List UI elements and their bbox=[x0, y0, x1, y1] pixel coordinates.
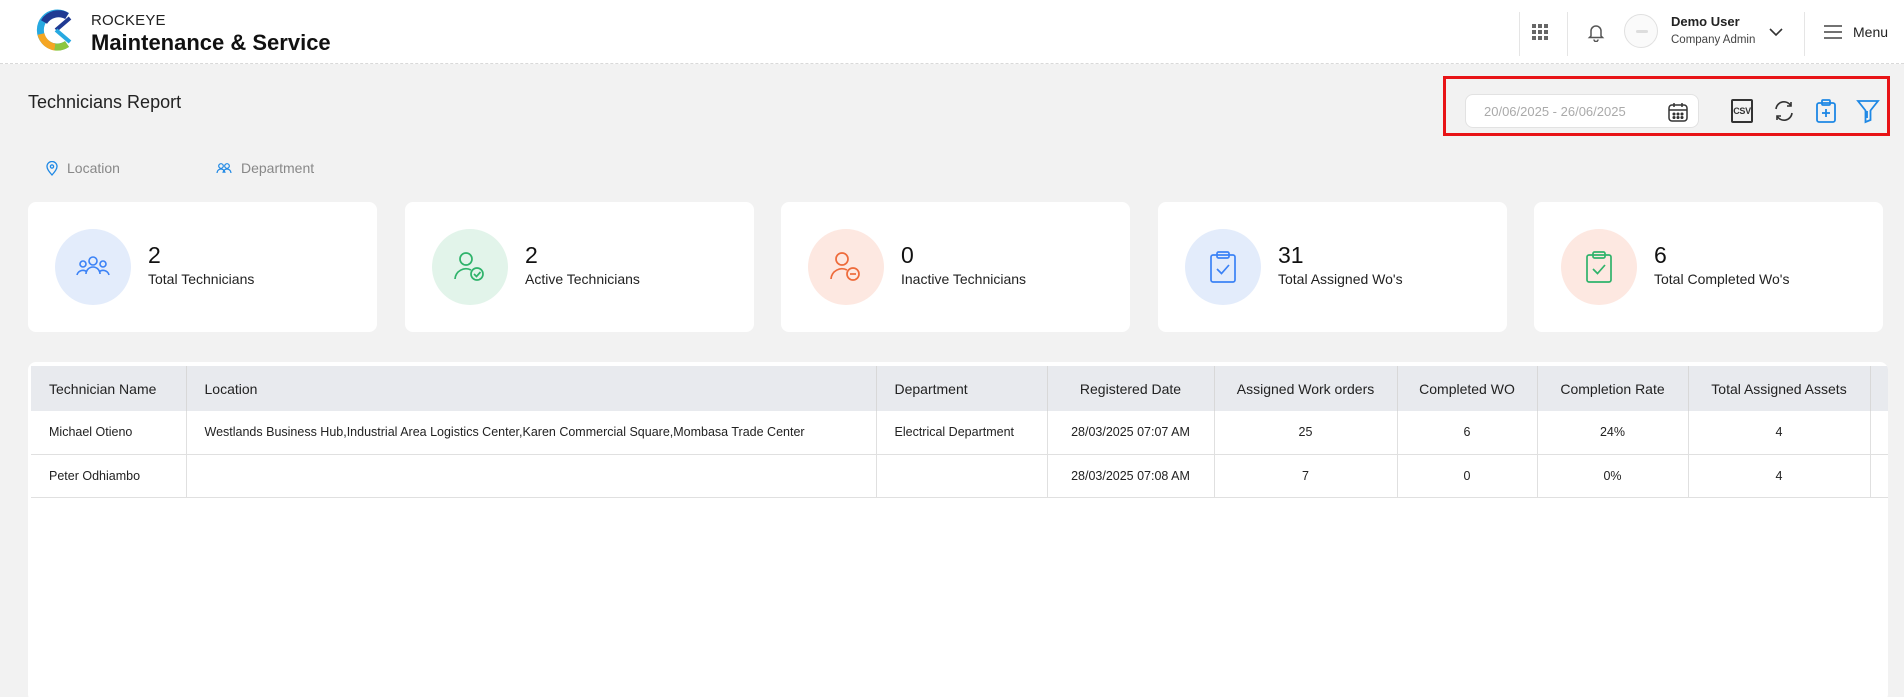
date-range-placeholder: 20/06/2025 - 26/06/2025 bbox=[1484, 103, 1626, 119]
stat-label: Inactive Technicians bbox=[901, 271, 1027, 287]
cell-assigned-wo: 25 bbox=[1214, 411, 1398, 455]
cell-location bbox=[186, 454, 877, 498]
stat-value: 31 bbox=[1278, 242, 1304, 268]
people-group-icon bbox=[55, 229, 131, 305]
chevron-down-icon bbox=[1769, 28, 1783, 37]
cell-department: Electrical Department bbox=[876, 411, 1048, 455]
column-header[interactable]: Total Assigned Assets bbox=[1688, 366, 1871, 411]
apps-grid-icon bbox=[1532, 24, 1548, 40]
notifications-button[interactable] bbox=[1580, 16, 1612, 48]
column-header[interactable]: Registered Date bbox=[1047, 366, 1215, 411]
column-header[interactable]: Technician Name bbox=[31, 366, 187, 411]
header-divider bbox=[1519, 12, 1520, 56]
stat-card-inactive-technicians: 0 Inactive Technicians bbox=[781, 202, 1130, 332]
clipboard-icon bbox=[1816, 99, 1836, 123]
app-header: ROCKEYE Maintenance & Service Demo User … bbox=[0, 0, 1904, 64]
cell-extra bbox=[1870, 411, 1888, 455]
filter-button[interactable] bbox=[1853, 96, 1883, 126]
hamburger-icon bbox=[1824, 25, 1842, 39]
user-menu-toggle[interactable] bbox=[1764, 20, 1788, 44]
user-name: Demo User bbox=[1671, 14, 1740, 29]
stat-value: 6 bbox=[1654, 242, 1667, 268]
cell-completed-wo: 6 bbox=[1397, 411, 1538, 455]
brand-name: ROCKEYE bbox=[91, 12, 166, 29]
user-minus-icon bbox=[808, 229, 884, 305]
clipboard-button[interactable] bbox=[1811, 96, 1841, 126]
column-header[interactable]: Location bbox=[186, 366, 877, 411]
rockeye-logo-icon bbox=[36, 9, 72, 51]
export-csv-button[interactable]: CSV bbox=[1727, 96, 1757, 126]
cell-extra bbox=[1870, 454, 1888, 498]
cell-registered-date: 28/03/2025 07:08 AM bbox=[1047, 454, 1215, 498]
page-title: Technicians Report bbox=[28, 92, 182, 112]
stat-label: Total Completed Wo's bbox=[1654, 271, 1790, 287]
stat-label: Total Assigned Wo's bbox=[1278, 271, 1403, 287]
column-header-extra bbox=[1870, 366, 1888, 411]
location-filter-label: Location bbox=[67, 160, 120, 176]
stat-value: 2 bbox=[148, 242, 161, 268]
stat-value: 2 bbox=[525, 242, 538, 268]
refresh-icon bbox=[1775, 101, 1793, 121]
column-header[interactable]: Completion Rate bbox=[1537, 366, 1689, 411]
stat-value: 0 bbox=[901, 242, 914, 268]
cell-completion-rate: 0% bbox=[1537, 454, 1689, 498]
column-header[interactable]: Completed WO bbox=[1397, 366, 1538, 411]
cell-assigned-wo: 7 bbox=[1214, 454, 1398, 498]
cell-assigned-assets: 4 bbox=[1688, 454, 1871, 498]
column-header[interactable]: Department bbox=[876, 366, 1048, 411]
cell-completed-wo: 0 bbox=[1397, 454, 1538, 498]
filter-funnel-icon bbox=[1856, 100, 1880, 124]
users-icon bbox=[216, 163, 232, 174]
department-filter-label: Department bbox=[241, 160, 315, 176]
header-divider bbox=[1804, 12, 1805, 56]
date-range-input[interactable]: 20/06/2025 - 26/06/2025 bbox=[1465, 94, 1699, 128]
stat-card-total-assigned-wos: 31 Total Assigned Wo's bbox=[1158, 202, 1507, 332]
stat-card-total-completed-wos: 6 Total Completed Wo's bbox=[1534, 202, 1883, 332]
technicians-table-container: Technician Name Location Department Regi… bbox=[28, 362, 1888, 697]
department-filter[interactable]: Department bbox=[216, 160, 314, 176]
cell-registered-date: 28/03/2025 07:07 AM bbox=[1047, 411, 1215, 455]
cell-assigned-assets: 4 bbox=[1688, 411, 1871, 455]
clipboard-check-icon bbox=[1561, 229, 1637, 305]
location-filter[interactable]: Location bbox=[46, 160, 120, 176]
menu-label: Menu bbox=[1853, 24, 1889, 40]
technicians-table: Technician Name Location Department Regi… bbox=[31, 366, 1888, 498]
stat-card-total-technicians: 2 Total Technicians bbox=[28, 202, 377, 332]
cell-department bbox=[876, 454, 1048, 498]
user-check-icon bbox=[432, 229, 508, 305]
csv-icon: CSV bbox=[1731, 99, 1753, 123]
cell-technician-name: Michael Otieno bbox=[31, 411, 187, 455]
stat-label: Active Technicians bbox=[525, 271, 640, 287]
cell-completion-rate: 24% bbox=[1537, 411, 1689, 455]
cell-technician-name: Peter Odhiambo bbox=[31, 454, 187, 498]
clipboard-check-icon bbox=[1185, 229, 1261, 305]
refresh-button[interactable] bbox=[1769, 96, 1799, 126]
calendar-button[interactable] bbox=[1665, 99, 1691, 125]
header-divider bbox=[1567, 12, 1568, 56]
location-pin-icon bbox=[46, 160, 58, 176]
column-header[interactable]: Assigned Work orders bbox=[1214, 366, 1398, 411]
user-role: Company Admin bbox=[1671, 34, 1756, 46]
stat-card-active-technicians: 2 Active Technicians bbox=[405, 202, 754, 332]
calendar-icon bbox=[1668, 103, 1688, 122]
table-header-row: Technician Name Location Department Regi… bbox=[31, 366, 1888, 411]
app-title: Maintenance & Service bbox=[91, 30, 331, 55]
avatar[interactable] bbox=[1624, 14, 1658, 48]
cell-location: Westlands Business Hub,Industrial Area L… bbox=[186, 411, 877, 455]
apps-grid-button[interactable] bbox=[1524, 16, 1556, 48]
table-row[interactable]: Peter Odhiambo 28/03/2025 07:08 AM 7 0 0… bbox=[31, 454, 1888, 498]
bell-icon bbox=[1587, 25, 1605, 42]
table-row[interactable]: Michael Otieno Westlands Business Hub,In… bbox=[31, 411, 1888, 455]
menu-button[interactable]: Menu bbox=[1823, 18, 1888, 46]
stat-label: Total Technicians bbox=[148, 271, 255, 287]
